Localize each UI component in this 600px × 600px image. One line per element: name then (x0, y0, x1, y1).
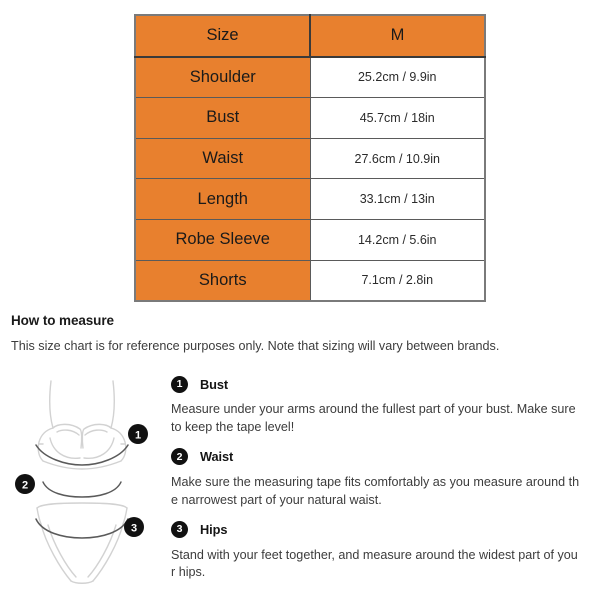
bra-outline-icon (37, 380, 127, 470)
row-value-cell: 14.2cm / 5.6in (309, 218, 486, 261)
instruction-item: 1 Bust Measure under your arms around the … (171, 374, 589, 437)
how-to-measure-note: This size chart is for reference purpose… (11, 339, 500, 353)
instruction-header: 1 Bust (171, 374, 589, 394)
body-measurement-illustration: 1 2 3 (10, 372, 170, 587)
instruction-header: 3 Hips (171, 520, 589, 540)
row-label-cell: Shorts (134, 259, 311, 302)
instruction-text: Stand with your feet together, and measu… (171, 547, 578, 580)
row-value-cell: 27.6cm / 10.9in (309, 137, 486, 180)
measure-instructions-list: 1 Bust Measure under your arms around the … (171, 374, 589, 592)
row-label-cell: Length (134, 178, 311, 220)
how-to-measure-heading: How to measure (11, 313, 114, 328)
size-chart-table: Size M Shoulder 25.2cm / 9.9in Bust 45.7cm … (134, 14, 486, 303)
instruction-text: Measure under your arms around the fulle… (171, 402, 576, 434)
size-chart-table-container: Size M Shoulder 25.2cm / 9.9in Bust 45.7cm … (134, 14, 486, 303)
header-cell-m: M (309, 14, 486, 58)
instruction-title: Waist (200, 449, 234, 465)
table-row: Shoulder 25.2cm / 9.9in (134, 56, 486, 99)
instruction-number-badge: 1 (171, 375, 188, 393)
table-row: Bust 45.7cm / 18in (134, 97, 486, 139)
table-row: Robe Sleeve 14.2cm / 5.6in (134, 218, 486, 261)
svg-text:1: 1 (135, 430, 141, 442)
illustration-marker-3: 3 (124, 517, 144, 537)
size-chart-table-body: Size M Shoulder 25.2cm / 9.9in Bust 45.7cm … (134, 14, 486, 302)
instruction-header: 2 Waist (171, 447, 589, 467)
instruction-title: Hips (200, 522, 228, 537)
instruction-number-badge: 2 (171, 448, 188, 466)
bust-tape-line (35, 444, 129, 466)
instruction-text: Make sure the measuring tape fits comfor… (171, 474, 580, 507)
illustration-marker-1: 1 (128, 424, 148, 444)
row-value-cell: 7.1cm / 2.8in (309, 259, 486, 302)
table-row: Length 33.1cm / 13in (134, 178, 486, 220)
row-value-cell: 45.7cm / 18in (309, 97, 486, 139)
brief-outline-icon (36, 502, 128, 584)
instruction-item: 2 Waist Make sure the measuring tape fits … (171, 447, 589, 510)
svg-text:2: 2 (22, 480, 28, 492)
row-label-cell: Robe Sleeve (134, 218, 311, 261)
instruction-item: 3 Hips Stand with your feet together, and … (171, 520, 589, 583)
row-value-cell: 33.1cm / 13in (309, 178, 486, 220)
row-label-cell: Shoulder (134, 56, 311, 99)
row-value-cell: 25.2cm / 9.9in (309, 56, 486, 99)
waist-tape-line (42, 481, 122, 498)
instruction-title: Bust (200, 376, 229, 392)
instruction-number-badge: 3 (171, 521, 188, 538)
table-header-row: Size M (134, 14, 486, 58)
row-label-cell: Waist (134, 137, 311, 180)
svg-text:3: 3 (131, 523, 137, 535)
header-cell-size: Size (134, 14, 311, 58)
table-row: Waist 27.6cm / 10.9in (134, 137, 486, 180)
illustration-marker-2: 2 (15, 474, 35, 494)
table-row: Shorts 7.1cm / 2.8in (134, 259, 486, 302)
row-label-cell: Bust (134, 97, 311, 139)
